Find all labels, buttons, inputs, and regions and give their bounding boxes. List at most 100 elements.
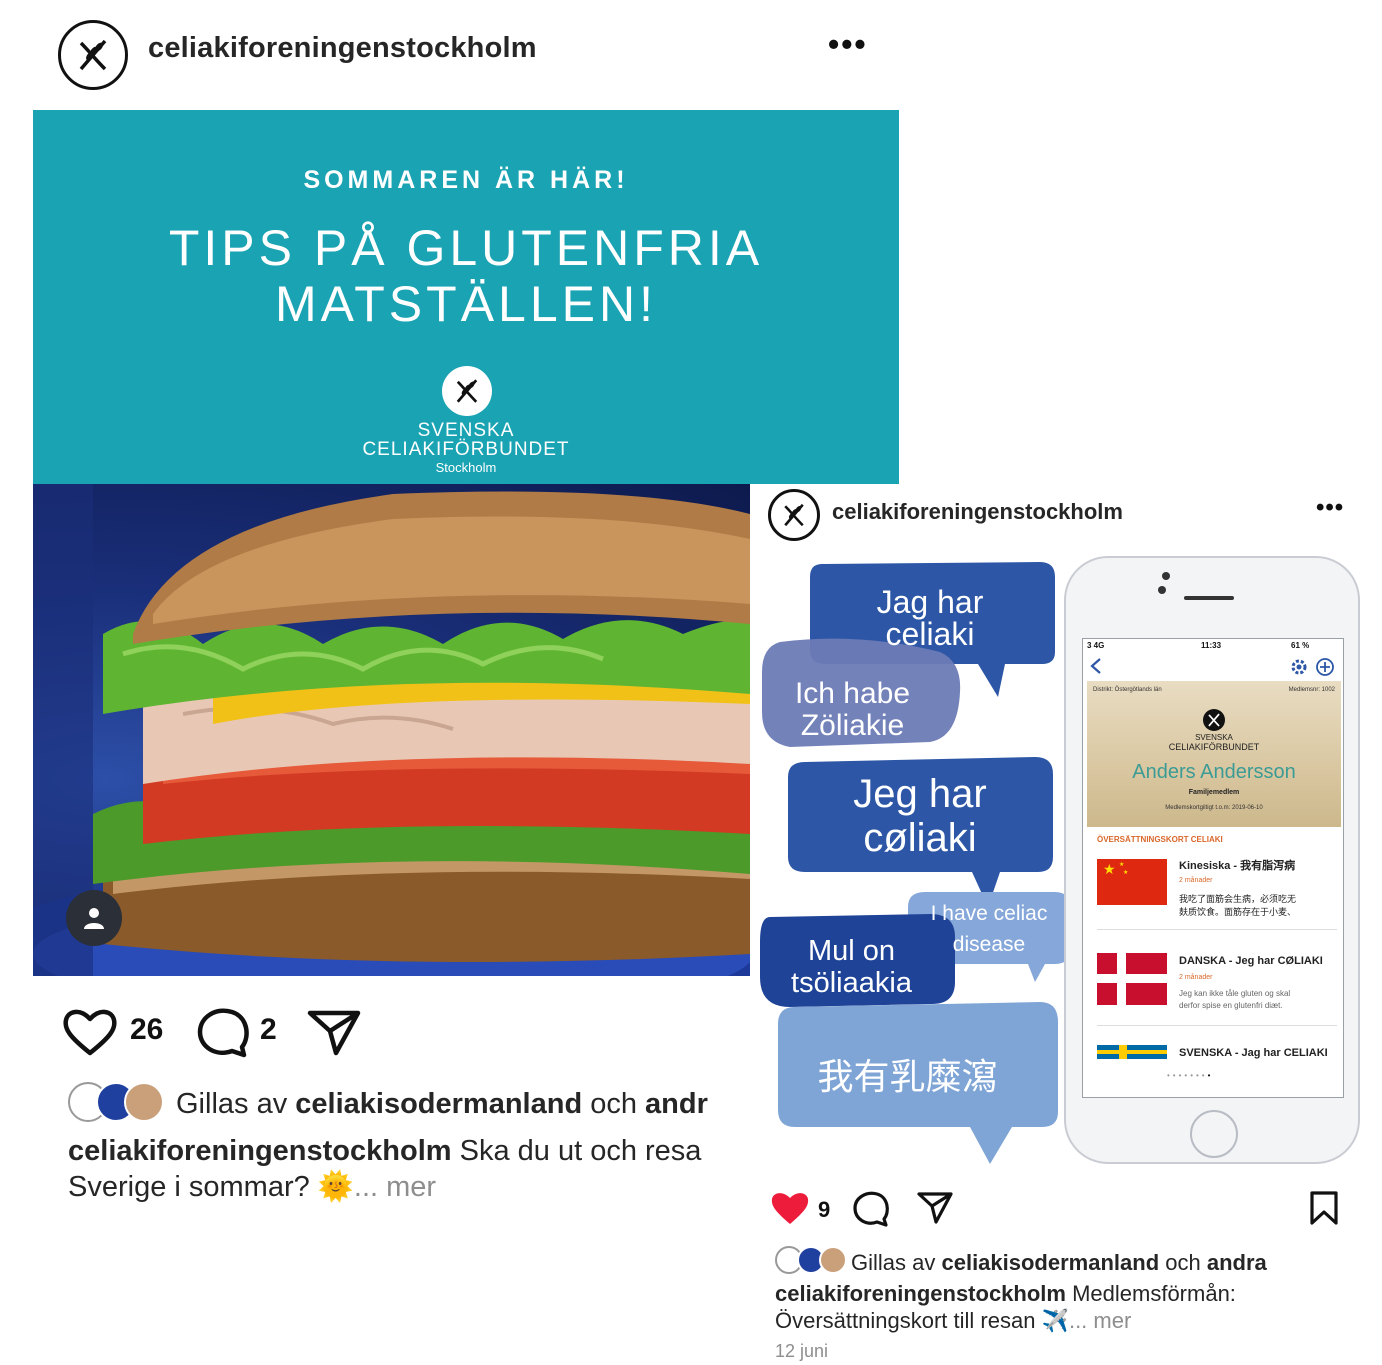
gluten-free-logo-icon <box>79 39 107 71</box>
card-meta: 2 månader <box>1179 974 1213 981</box>
more-options-icon[interactable]: ••• <box>828 26 868 63</box>
gluten-free-logo-icon <box>442 366 492 416</box>
card-text: 麸质饮食。面筋存在于小麦、 <box>1179 907 1297 917</box>
profile-avatar[interactable] <box>58 20 128 90</box>
liked-by-user[interactable]: celiakisodermanland <box>941 1250 1159 1275</box>
caption-line2: Översättningskort till resan <box>775 1308 1042 1333</box>
share-icon[interactable] <box>306 1007 362 1057</box>
sandwich-illustration <box>33 484 750 976</box>
bubble-line: Jag har <box>876 584 984 620</box>
airplane-emoji-icon: ✈️ <box>1041 1308 1069 1333</box>
add-circle-icon[interactable] <box>1315 657 1335 677</box>
flag-sweden <box>1097 1045 1167 1059</box>
post1-actions: 26 2 <box>62 1005 382 1061</box>
bubble-line: celiaki <box>885 616 975 652</box>
heart-filled-icon[interactable] <box>770 1190 810 1226</box>
back-chevron-icon[interactable] <box>1089 657 1103 675</box>
phone-camera <box>1162 572 1170 580</box>
caption-more-link[interactable]: ... mer <box>1069 1308 1131 1333</box>
page-dots: •••••••• <box>1167 1071 1214 1080</box>
bubble-german: Ich habe Zöliakie <box>770 678 935 742</box>
member-number: Medlemsnr: 1002 <box>1288 687 1335 693</box>
bubble-danish: Jeg har cøliaki <box>810 772 1030 860</box>
flag-china: ★ ★ ★ <box>1097 859 1167 905</box>
member-name: Anders Andersson <box>1132 761 1296 783</box>
bubble-chinese: 我有乳糜瀉 <box>817 1056 998 1097</box>
liked-by-text[interactable]: Gillas av celiakisodermanland och andra <box>851 1250 1267 1276</box>
carrier-label: 3 4G <box>1087 641 1105 650</box>
gluten-free-logo-icon <box>784 503 804 527</box>
flag-denmark <box>1097 953 1167 1005</box>
banner-title: TIPS PÅ GLUTENFRIA MATSTÄLLEN! <box>33 220 899 332</box>
card-org-line2: CELIAKIFÖRBUNDET <box>1168 742 1260 752</box>
liker-avatar <box>819 1246 847 1274</box>
post2-actions: 9 <box>770 1186 1370 1236</box>
comment-icon[interactable] <box>852 1190 890 1228</box>
post2: celiakiforeningenstockholm ••• Jag har c… <box>750 484 1382 1365</box>
divider <box>1097 1025 1337 1026</box>
gluten-free-logo-icon <box>1203 709 1225 731</box>
liked-by-user[interactable]: celiakisodermanland <box>295 1088 582 1120</box>
phone-sensor <box>1158 586 1166 594</box>
post1-liked-by: Gillas av celiakisodermanland och andr <box>68 1082 758 1130</box>
heart-icon[interactable] <box>62 1007 118 1057</box>
liked-by-others[interactable]: andr <box>645 1088 708 1120</box>
card-meta: 2 månader <box>1179 877 1213 884</box>
banner-subtitle: SOMMAREN ÄR HÄR! <box>303 166 629 194</box>
battery-label: 61 % <box>1291 641 1310 650</box>
post1-banner: SOMMAREN ÄR HÄR! TIPS PÅ GLUTENFRIA MATS… <box>33 110 899 484</box>
status-time: 11:33 <box>1201 641 1222 650</box>
card-label: SVENSKA - Jag har CELIAKI <box>1179 1047 1328 1059</box>
phone-speaker <box>1184 596 1234 600</box>
bubble-line: Jeg har <box>853 772 987 816</box>
divider <box>1097 929 1337 930</box>
district-label: Distrikt: Östergötlands län <box>1093 687 1162 693</box>
bubble-line: I have celiac <box>930 902 1048 925</box>
section-title: ÖVERSÄTTNINGSKORT CELIAKI <box>1097 835 1223 844</box>
banner-title-line1: TIPS PÅ GLUTENFRIA <box>168 220 764 276</box>
caption-username[interactable]: celiakiforeningenstockholm <box>775 1281 1066 1306</box>
profile-avatar[interactable] <box>768 489 820 541</box>
caption-text: Medlemsförmån: <box>1065 1281 1236 1306</box>
status-bar: 3 4G 11:33 61 % <box>1083 639 1343 653</box>
translation-card-image[interactable]: Jag har celiaki Ich habe Zöliakie Jeg ha… <box>750 552 1365 1167</box>
post-date[interactable]: 12 juni <box>775 1341 828 1362</box>
liked-by-prefix: Gillas av <box>176 1088 296 1120</box>
liker-avatar <box>124 1082 164 1122</box>
caption-more-link[interactable]: ... mer <box>354 1171 436 1203</box>
liked-by-text[interactable]: Gillas av celiakisodermanland och andr <box>176 1088 708 1121</box>
bubble-swedish: Jag har celiaki <box>840 586 1020 650</box>
org-name-line2: CELIAKIFÖRBUNDET <box>362 439 570 460</box>
like-count: 26 <box>130 1013 164 1046</box>
bubble-line: tsöliaakia <box>791 967 912 999</box>
more-options-icon[interactable]: ••• <box>1316 494 1344 522</box>
sandwich-photo[interactable] <box>33 484 750 976</box>
bubble-line: Ich habe <box>794 677 911 710</box>
member-card-header: Distrikt: Östergötlands län Medlemsnr: 1… <box>1087 681 1341 827</box>
caption-line2: Sverige i sommar? <box>68 1171 318 1203</box>
tagged-user-icon[interactable] <box>66 890 122 946</box>
liked-by-mid: och <box>1159 1250 1207 1275</box>
card-label: DANSKA - Jeg har CØLIAKI <box>1179 955 1323 967</box>
comment-icon[interactable] <box>196 1007 250 1059</box>
post1-caption: celiakiforeningenstockholm Ska du ut och… <box>68 1133 752 1213</box>
card-text: 我吃了面筋会生病，必须吃无 <box>1179 894 1297 904</box>
phone-screen: 3 4G 11:33 61 % Distrikt: Östergötlands … <box>1082 638 1344 1098</box>
home-button <box>1190 1110 1238 1158</box>
card-text: derfor spise en glutenfri diæt. <box>1179 1001 1283 1010</box>
liked-by-others[interactable]: andra <box>1207 1250 1267 1275</box>
member-type: Familjemedlem <box>1188 789 1240 796</box>
bookmark-icon[interactable] <box>1308 1190 1340 1226</box>
caption-username[interactable]: celiakiforeningenstockholm <box>68 1135 452 1167</box>
caption-text: Ska du ut och resa <box>451 1135 702 1167</box>
share-icon[interactable] <box>916 1190 954 1226</box>
bubble-estonian: Mul on tsöliaakia <box>764 935 939 999</box>
liked-by-mid: och <box>582 1088 646 1120</box>
username[interactable]: celiakiforeningenstockholm <box>832 499 1123 525</box>
username[interactable]: celiakiforeningenstockholm <box>148 32 537 65</box>
gear-icon[interactable] <box>1289 657 1309 677</box>
banner-title-line2: MATSTÄLLEN! <box>274 276 658 332</box>
phone-mockup: 3 4G 11:33 61 % Distrikt: Östergötlands … <box>1064 556 1360 1164</box>
valid-until: Medlemskortgiltigt t.o.m: 2019-06-10 <box>1165 805 1263 811</box>
post2-caption: celiakiforeningenstockholm Medlemsförmån… <box>775 1280 1375 1334</box>
